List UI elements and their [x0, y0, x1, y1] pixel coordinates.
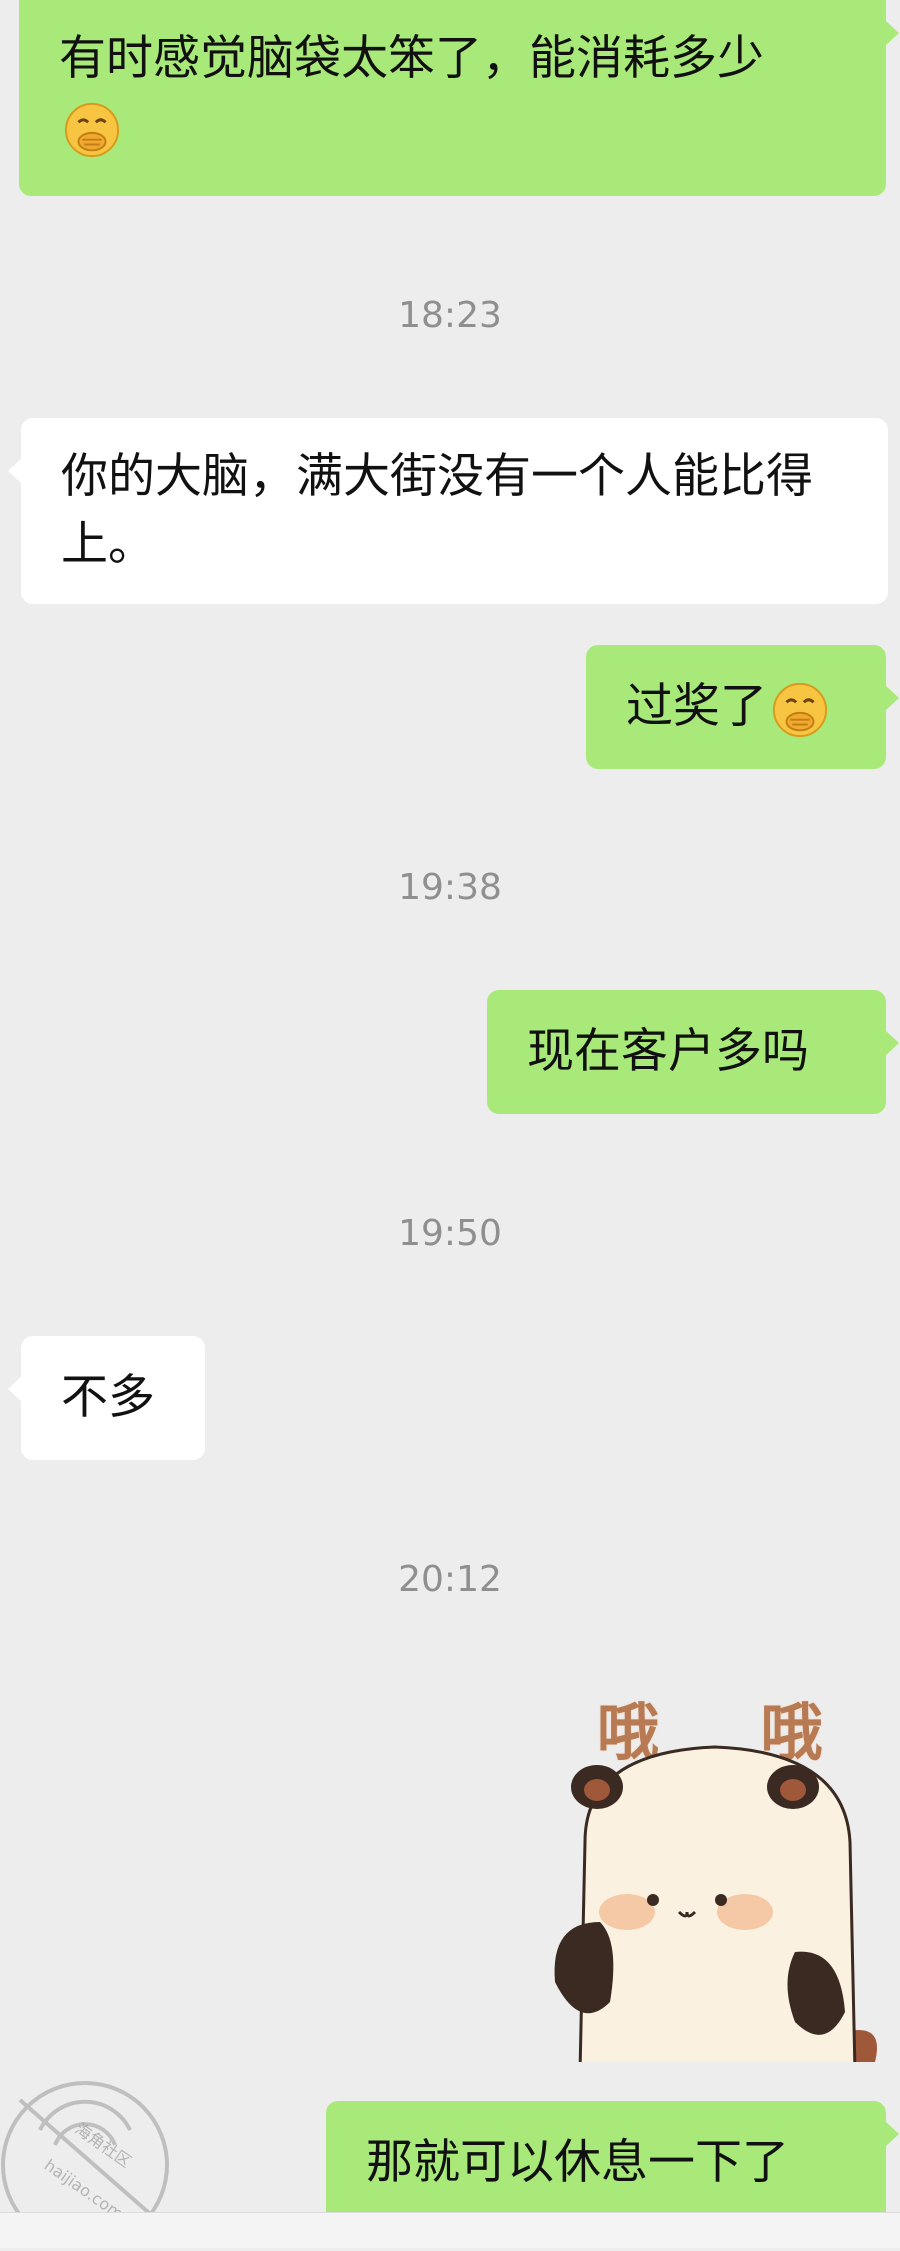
timestamp: 18:23: [398, 295, 502, 336]
message-text: 现在客户多吗: [527, 1024, 809, 1079]
message-text: 过奖了: [626, 679, 767, 734]
message-bubble-outgoing[interactable]: 过奖了: [586, 645, 899, 769]
timestamp: 19:38: [398, 867, 502, 908]
message-text: 那就可以休息一下了: [366, 2135, 789, 2190]
message-text: 你的大脑，满大街没有一个人能比得上。: [61, 449, 813, 572]
panda-sticker[interactable]: 哦 哦: [545, 1672, 885, 2062]
message-bubble-outgoing[interactable]: 现在客户多吗: [487, 990, 899, 1114]
message-bubble-incoming[interactable]: 你的大脑，满大街没有一个人能比得上。: [8, 418, 888, 604]
input-bar[interactable]: [0, 2212, 900, 2248]
panda-sticker-icon: [554, 1745, 877, 2062]
message-bubble-outgoing[interactable]: 有时感觉脑袋太笨了，能消耗多少: [19, 0, 899, 196]
message-text: 有时感觉脑袋太笨了，能消耗多少: [59, 31, 764, 86]
timestamp: 19:50: [398, 1213, 502, 1254]
chat-area[interactable]: 有时感觉脑袋太笨了，能消耗多少 18:23 你的大脑，满大街没有一个人能比得上。…: [0, 0, 900, 2249]
face-with-hand-over-mouth-icon: [771, 681, 829, 739]
message-text: 不多: [61, 1370, 155, 1425]
face-with-hand-over-mouth-icon: [63, 101, 121, 159]
message-bubble-incoming[interactable]: 不多: [8, 1336, 205, 1460]
timestamp: 20:12: [398, 1559, 502, 1600]
